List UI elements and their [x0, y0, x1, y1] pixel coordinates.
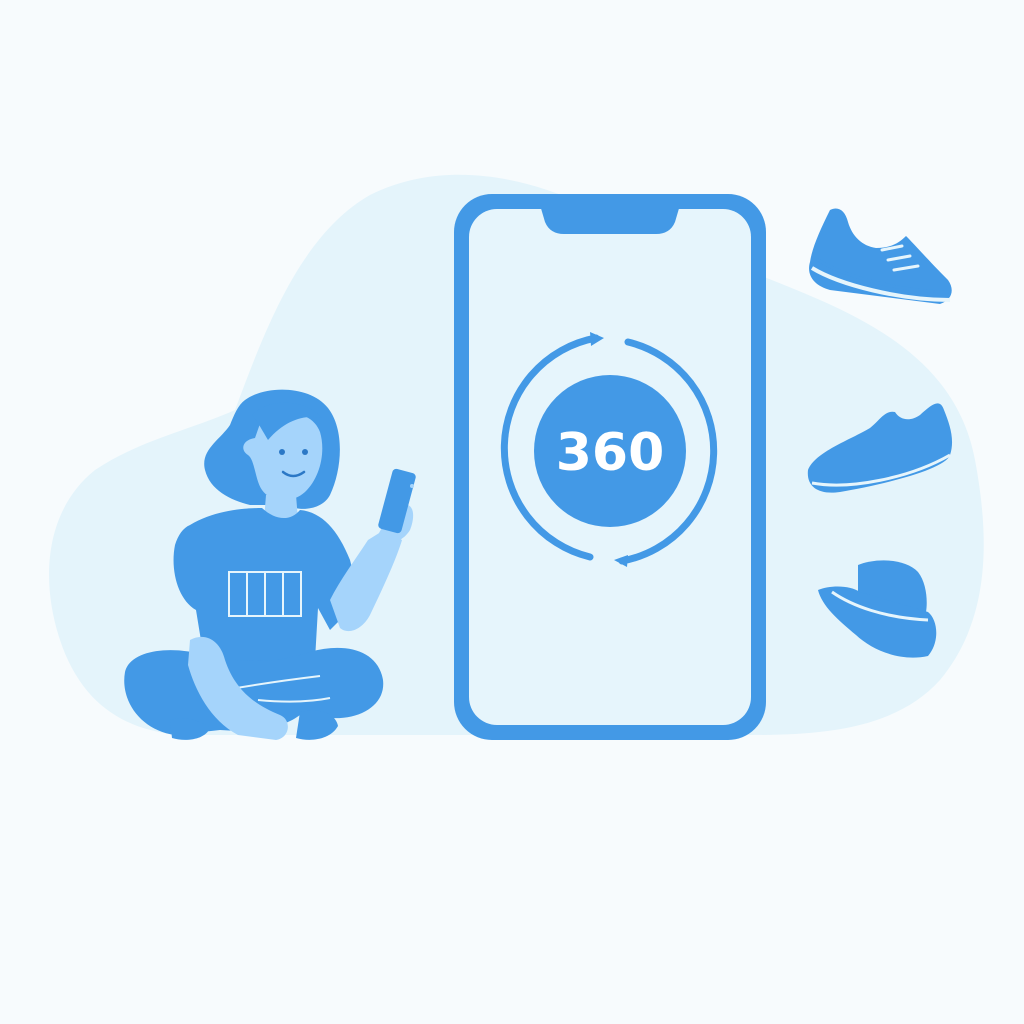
phone: 360: [454, 194, 766, 740]
illustration-canvas: 360: [49, 174, 984, 740]
phone-notch: [540, 205, 680, 234]
sneaker-icon: [809, 208, 952, 304]
badge-360-text: 360: [556, 423, 665, 483]
illustration-stage: 360: [0, 0, 1024, 1024]
